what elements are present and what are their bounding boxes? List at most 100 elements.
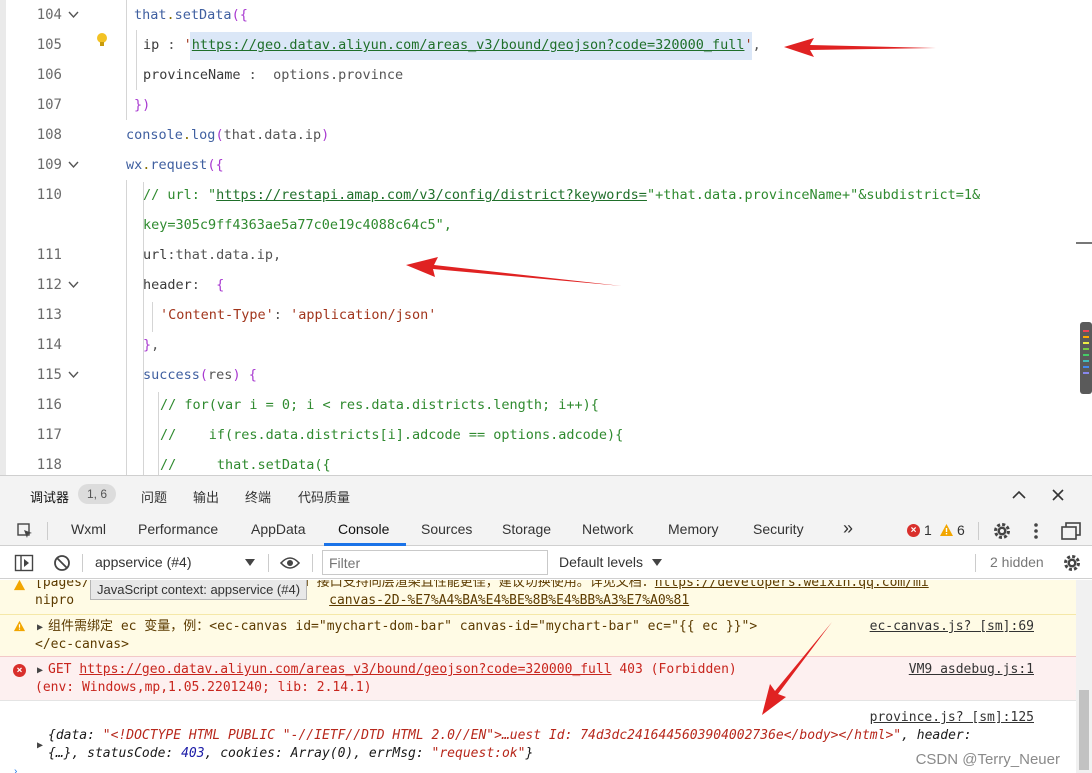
code-line[interactable]: key=305c9ff4363ae5a77c0e19c4088c64c5", xyxy=(0,210,1070,240)
expand-caret-icon[interactable]: ▶ xyxy=(37,662,43,680)
tab-memory[interactable]: Memory xyxy=(668,521,719,537)
code-line[interactable]: 106 provinceName : options.province xyxy=(0,60,1070,90)
tab-problems[interactable]: 问题 xyxy=(141,487,167,506)
tab-sources[interactable]: Sources xyxy=(421,521,472,537)
code-token: https://geo.datav.aliyun.com/areas_v3/bo… xyxy=(191,37,745,53)
fold-chevron-icon[interactable] xyxy=(68,159,79,170)
tab-performance[interactable]: Performance xyxy=(138,521,218,537)
console-settings-gear-icon[interactable] xyxy=(1062,553,1082,573)
expand-caret-icon[interactable]: ▶ xyxy=(37,619,43,637)
console-scrollbar[interactable] xyxy=(1076,580,1092,773)
line-number: 104 xyxy=(36,7,62,23)
gear-icon[interactable] xyxy=(992,521,1012,541)
code-token: , xyxy=(151,337,160,353)
line-number: 106 xyxy=(36,67,62,83)
context-select[interactable]: appservice (#4) xyxy=(95,554,192,570)
code-line[interactable]: 116 // for(var i = 0; i < res.data.distri… xyxy=(0,390,1070,420)
tab-output[interactable]: 输出 xyxy=(193,487,219,506)
code-token: } xyxy=(143,337,152,353)
code-token: { xyxy=(248,367,257,383)
code-text: // url: "https://restapi.amap.com/v3/con… xyxy=(143,180,980,210)
line-number: 110 xyxy=(36,187,62,203)
tab-storage[interactable]: Storage xyxy=(502,521,551,537)
request-url-link[interactable]: https://geo.datav.aliyun.com/areas_v3/bo… xyxy=(79,662,611,677)
expand-caret-icon[interactable]: ▶ xyxy=(37,737,43,755)
code-token: :that.data.ip, xyxy=(167,247,282,263)
tab-appdata[interactable]: AppData xyxy=(251,521,305,537)
code-text: }, xyxy=(143,330,159,360)
sidebar-toggle-icon[interactable] xyxy=(14,554,34,572)
code-line[interactable]: 108 console.log(that.data.ip) xyxy=(0,120,1070,150)
more-tabs-button[interactable]: » xyxy=(843,518,853,539)
fold-chevron-icon[interactable] xyxy=(68,279,79,290)
tab-wxml[interactable]: Wxml xyxy=(71,521,106,537)
error-count[interactable]: 1 xyxy=(924,522,932,538)
hidden-count: 2 hidden xyxy=(990,554,1044,570)
doc-link[interactable]: https://developers.weixin.qq.com/mi xyxy=(655,580,929,590)
tab-code-quality[interactable]: 代码质量 xyxy=(298,487,350,506)
tab-debugger[interactable]: 调试器 xyxy=(30,487,69,506)
code-token: ) xyxy=(232,367,241,383)
more-options-icon[interactable] xyxy=(1030,521,1042,541)
warning-icon xyxy=(940,524,953,536)
code-token: setData xyxy=(174,7,232,23)
fold-chevron-icon[interactable] xyxy=(68,9,79,20)
code-text: header: { xyxy=(143,270,224,300)
code-editor[interactable]: 104 that.setData({105 ip : 'https://geo.da… xyxy=(0,0,1092,475)
warning-count[interactable]: 6 xyxy=(957,522,965,538)
code-line[interactable]: 113 'Content-Type': 'application/json' xyxy=(0,300,1070,330)
chevron-down-icon[interactable] xyxy=(652,559,662,567)
annotation-arrow xyxy=(762,622,832,715)
clear-console-icon[interactable] xyxy=(53,554,71,572)
code-token: log xyxy=(191,127,216,143)
collapse-panel-icon[interactable] xyxy=(1010,486,1028,504)
console-messages: [pages/province/province] canvas 2d 接口支持… xyxy=(0,580,1076,773)
filter-input[interactable] xyxy=(322,550,548,575)
code-line[interactable]: 118 // that.setData({ xyxy=(0,450,1070,475)
close-panel-icon[interactable] xyxy=(1049,486,1067,504)
undock-icon[interactable] xyxy=(1060,521,1082,541)
fold-chevron-icon[interactable] xyxy=(68,369,79,380)
source-link[interactable]: VM9 asdebug.js:1 xyxy=(909,661,1034,679)
log-text: , cookies: Array(0), errMsg: xyxy=(204,746,432,761)
code-text: }) xyxy=(134,90,150,120)
code-token: : xyxy=(159,37,184,53)
source-link[interactable]: ec-canvas.js? [sm]:69 xyxy=(870,618,1034,636)
code-line[interactable]: 117 // if(res.data.districts[i].adcode ==… xyxy=(0,420,1070,450)
console-prompt-caret[interactable]: › xyxy=(14,766,17,773)
tab-terminal[interactable]: 终端 xyxy=(245,487,271,506)
console-warning-message: ▶ 组件需绑定 ec 变量，例：<ec-canvas id="mychart-d… xyxy=(0,614,1076,656)
line-number: 108 xyxy=(36,127,62,143)
code-text: // if(res.data.districts[i].adcode == op… xyxy=(160,420,623,450)
code-token: ' xyxy=(744,37,753,53)
code-token: console xyxy=(126,127,183,143)
tab-network[interactable]: Network xyxy=(582,521,633,537)
code-line[interactable]: 107}) xyxy=(0,90,1070,120)
overview-ruler-marker xyxy=(1076,242,1092,244)
log-levels-select[interactable]: Default levels xyxy=(559,554,643,570)
inspect-element-icon[interactable] xyxy=(16,522,34,540)
code-line[interactable]: 104 that.setData({ xyxy=(0,0,1070,30)
code-token: }) xyxy=(134,97,151,113)
devtools-panel: 调试器 1, 6 问题 输出 终端 代码质量 Wxml Performance … xyxy=(0,475,1092,773)
chevron-down-icon[interactable] xyxy=(245,559,255,567)
doc-link[interactable]: canvas-2D-%E7%A4%BA%E4%BE%8B%E4%BB%A3%E7… xyxy=(329,593,689,608)
code-line[interactable]: 114}, xyxy=(0,330,1070,360)
code-text: // that.setData({ xyxy=(160,450,331,475)
code-line[interactable]: 110 // url: "https://restapi.amap.com/v3/… xyxy=(0,180,1070,210)
issue-count-badge: 1, 6 xyxy=(78,484,117,504)
code-line[interactable]: 109 wx.request({ xyxy=(0,150,1070,180)
eye-icon[interactable] xyxy=(280,556,300,570)
line-number: 107 xyxy=(36,97,62,113)
tab-console[interactable]: Console xyxy=(338,521,389,537)
console-error-message: × ▶ GET https://geo.datav.aliyun.com/are… xyxy=(0,656,1076,700)
code-token: // that.setData({ xyxy=(160,457,331,473)
code-token: 'application/json' xyxy=(290,307,437,323)
code-text: ip : 'https://geo.datav.aliyun.com/areas… xyxy=(143,30,761,60)
code-line[interactable]: 115 success(res) { xyxy=(0,360,1070,390)
panel-tab-bar: 调试器 1, 6 问题 输出 终端 代码质量 xyxy=(0,476,1092,514)
source-link[interactable]: province.js? [sm]:125 xyxy=(870,709,1034,727)
tab-security[interactable]: Security xyxy=(753,521,804,537)
minimap-scroll-thumb[interactable] xyxy=(1080,322,1092,394)
